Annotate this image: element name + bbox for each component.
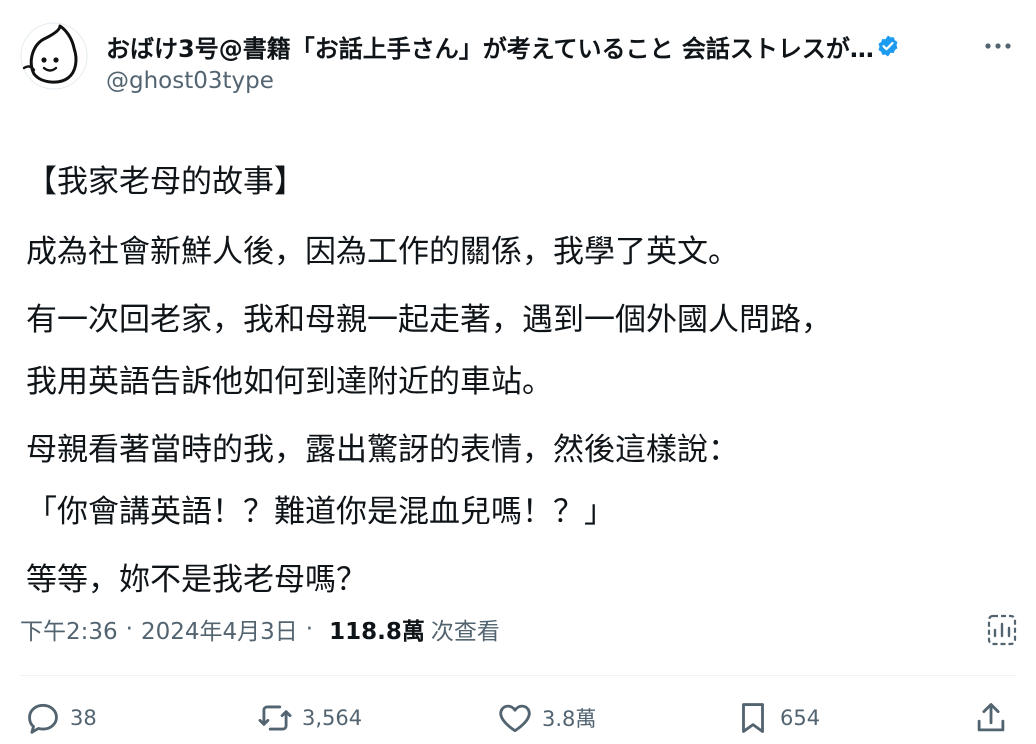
meta-separator: · <box>305 616 314 642</box>
reply-button[interactable]: 38 <box>24 695 97 741</box>
reply-icon <box>28 703 58 734</box>
author-names: おばけ3号@書籍「お話上手さん」が考えていること 会話ストレスが… @ghost… <box>106 28 966 94</box>
post-meta: 下午2:36 · 2024年4月3日 · 118.8萬 次查看 <box>20 612 500 646</box>
post-line: 有一次回老家，我和母親一起走著，遇到一個外國人問路， <box>26 302 832 338</box>
post-line: 我用英語告訴他如何到達附近的車站。 <box>26 364 553 400</box>
more-options-icon[interactable] <box>980 32 1016 60</box>
analytics-icon[interactable] <box>984 612 1020 648</box>
meta-separator: · <box>125 616 133 642</box>
ghost-avatar-icon[interactable] <box>20 22 88 90</box>
verified-badge-icon[interactable] <box>876 34 900 58</box>
display-name-row: おばけ3号@書籍「お話上手さん」が考えていること 会話ストレスが… <box>106 28 966 64</box>
post-header: おばけ3号@書籍「お話上手さん」が考えていること 会話ストレスが… @ghost… <box>20 20 1016 100</box>
post-date[interactable]: 2024年4月3日 <box>141 612 298 646</box>
post-line: 【我家老母的故事】 <box>26 164 305 200</box>
share-button[interactable] <box>972 695 1010 741</box>
like-button[interactable]: 3.8萬 <box>496 695 596 741</box>
post-time[interactable]: 下午2:36 <box>20 612 118 646</box>
repost-count: 3,564 <box>302 706 363 730</box>
heart-icon <box>499 704 531 733</box>
post-line: 等等，妳不是我老母嗎？ <box>26 562 367 598</box>
post-line: 「你會講英語！？難道你是混血兒嗎！？」 <box>26 494 615 530</box>
view-count-label: 次查看 <box>430 619 500 645</box>
author-display-name[interactable]: おばけ3号@書籍「お話上手さん」が考えていること 会話ストレスが… <box>106 29 874 64</box>
share-icon <box>977 703 1005 732</box>
repost-button[interactable]: 3,564 <box>256 695 362 741</box>
post-line: 成為社會新鮮人後，因為工作的關係，我學了英文。 <box>26 234 739 270</box>
repost-icon <box>258 705 292 731</box>
action-bar: 38 3,564 3.8萬 654 <box>0 695 1036 743</box>
view-count: 118.8萬 <box>329 619 425 645</box>
bookmark-icon <box>742 703 764 733</box>
reply-count: 38 <box>70 706 97 730</box>
bookmark-count: 654 <box>780 706 821 730</box>
divider <box>20 675 1016 676</box>
author-handle[interactable]: @ghost03type <box>106 68 966 94</box>
post-line: 母親看著當時的我，露出驚訝的表情，然後這樣說： <box>26 432 739 468</box>
bookmark-button[interactable]: 654 <box>734 695 820 741</box>
like-count: 3.8萬 <box>542 707 597 731</box>
